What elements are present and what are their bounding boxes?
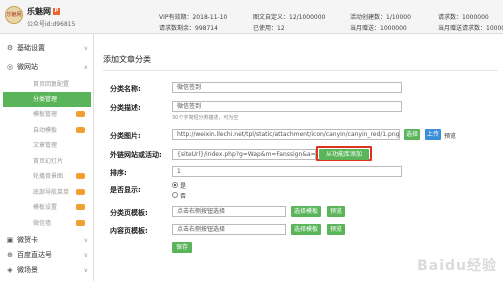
show-no-radio[interactable] [172,192,178,198]
brand-name: 乐魅网 P [27,6,60,17]
show-no-label: 否 [180,193,187,200]
name-label: 分类名称: [110,85,141,93]
sidebar-item-label: 微信墙 [33,220,52,227]
account-id: 公众号id:d96815 [27,21,76,28]
sidebar-item-label: 模板管理 [33,111,58,118]
card-icon: ▣ [6,236,14,244]
logo: 乐魅网 [5,6,23,24]
site-icon: ◎ [6,63,14,71]
stat-requests: 请求数：1000000 [438,14,489,21]
chevron-down-icon: ∨ [83,45,88,52]
content-template-label: 内容页模板: [110,227,148,235]
sidebar-group-label: 微贺卡 [17,236,38,244]
sidebar-item-label: 文章管理 [33,142,58,149]
sidebar-item-articles[interactable]: 文章管理 [3,138,91,153]
divider [103,70,498,71]
stat-requests-left: 请求数剩余：998714 [159,25,218,32]
show-yes-label: 是 [180,183,187,190]
sidebar-group-microsite[interactable]: ◎ 微网站 ∧ [0,61,94,74]
stat-articles: 图文自定义：12/1000000 [253,14,326,21]
sort-label: 排序: [110,169,127,177]
list-template-label: 分类页模板: [110,209,148,217]
new-badge [76,220,85,226]
sidebar-item-category[interactable]: 分类管理 [3,92,91,107]
sidebar-group-greeting-card[interactable]: ▣ 微贺卡 ∨ [0,234,94,247]
sidebar-item-label: 轮播背景图 [33,173,64,180]
content-template-select-button[interactable]: 选择模板 [291,224,321,235]
list-template-preview-button[interactable]: 预览 [327,206,345,217]
page-title: 添加文章分类 [103,55,151,64]
list-template-select-button[interactable]: 选择模板 [291,206,321,217]
show-yes-radio[interactable] [172,182,178,188]
stat-vip-expiry: VIP有效期：2018-11-10 [159,14,228,21]
new-badge [76,173,85,179]
sidebar-group-label: 百度直达号 [17,251,52,259]
save-button[interactable]: 保存 [172,242,192,253]
stat-activities: 活动创建数：1/10000 [350,14,411,21]
chevron-down-icon: ∨ [83,267,88,274]
sidebar-item-label: 底部导航菜单 [33,189,70,196]
stat-monthly-gift: 当月赠送：1000000 [350,25,407,32]
show-label: 是否显示: [110,186,141,194]
new-badge [76,111,85,117]
sidebar-item-label: 模板设置 [33,204,58,211]
sidebar-item-template[interactable]: 模板管理 [3,107,91,122]
sidebar-item-label: 自动模板 [33,127,58,134]
sidebar-group-basic-settings[interactable]: ⚙ 基础设置 ∨ [0,42,94,55]
new-badge [76,204,85,210]
outlink-input[interactable]: {siteUrl}/index.php?g=Wap&m=Fanssign&a=i… [172,149,316,160]
gear-icon: ⚙ [6,44,14,52]
baidu-icon: ⊕ [7,251,13,259]
sidebar-item-slides[interactable]: 首页幻灯片 [3,154,91,169]
scene-icon: ◈ [7,266,13,274]
brand-tag: P [53,8,60,15]
list-template-input[interactable]: 点击右侧按钮选择 [172,206,286,217]
image-select-button[interactable]: 选择 [404,129,420,140]
stat-used: 已使用：12 [253,25,285,32]
top-bar: 乐魅网 乐魅网 P 公众号id:d96815 VIP有效期：2018-11-10 … [0,0,503,34]
content-template-preview-button[interactable]: 预览 [327,224,345,235]
sidebar-group-label: 微场景 [17,266,38,274]
sort-input[interactable]: 1 [172,166,402,177]
sidebar-item-template-settings[interactable]: 模板设置 [3,200,91,215]
new-badge [76,189,85,195]
content-template-input[interactable]: 点击右侧按钮选择 [172,224,286,235]
chevron-down-icon: ∨ [83,252,88,259]
sidebar: ⚙ 基础设置 ∨ ◎ 微网站 ∧ 首页回复配置 分类管理 模板管理 自动模板 文章管… [0,34,94,281]
sidebar-item-auto-template[interactable]: 自动模板 [3,123,91,138]
image-label: 分类图片: [110,132,141,140]
image-url-input[interactable]: http://weixin.llechi.net/tpl/static/atta… [172,129,400,140]
brand-title: 乐魅网 [27,7,51,16]
sidebar-item-carousel-bg[interactable]: 轮播背景图 [3,169,91,184]
image-upload-button[interactable]: 上传 [425,129,441,140]
sidebar-group-label: 基础设置 [17,44,45,52]
sidebar-group-baidu[interactable]: ⊕ 百度直达号 ∨ [0,249,94,262]
stat-monthly-gift-requests: 当月赠送请求数：1000000 [438,25,503,32]
sidebar-item-label: 首页回复配置 [33,81,70,88]
sidebar-item-home-reply[interactable]: 首页回复配置 [3,77,91,92]
chevron-up-icon: ∧ [83,64,88,71]
sidebar-group-scene[interactable]: ◈ 微场景 ∨ [0,264,94,277]
category-name-input[interactable]: 微信签到 [172,82,402,93]
image-preview-link[interactable]: 预览 [444,131,456,140]
add-from-library-button[interactable]: 从功能库添加 [319,149,369,160]
watermark: Baidu经验 [417,258,497,274]
sidebar-item-label: 首页幻灯片 [33,158,64,165]
category-desc-input[interactable]: 微信签到 [172,101,402,112]
sidebar-item-label: 分类管理 [33,96,58,103]
sidebar-group-label: 微网站 [17,63,38,71]
sidebar-item-wechat-wall[interactable]: 微信墙 [3,216,91,231]
main-content: 添加文章分类 分类名称: 微信签到 分类描述: 微信签到 30个字简短分类描述，… [94,34,503,281]
chevron-down-icon: ∨ [83,237,88,244]
sidebar-item-bottom-menu[interactable]: 底部导航菜单 [3,185,91,200]
desc-hint: 30个字简短分类描述，可为空 [172,115,239,121]
new-badge [76,127,85,133]
desc-label: 分类描述: [110,104,141,112]
outlink-label: 外链网站或活动: [110,151,162,159]
